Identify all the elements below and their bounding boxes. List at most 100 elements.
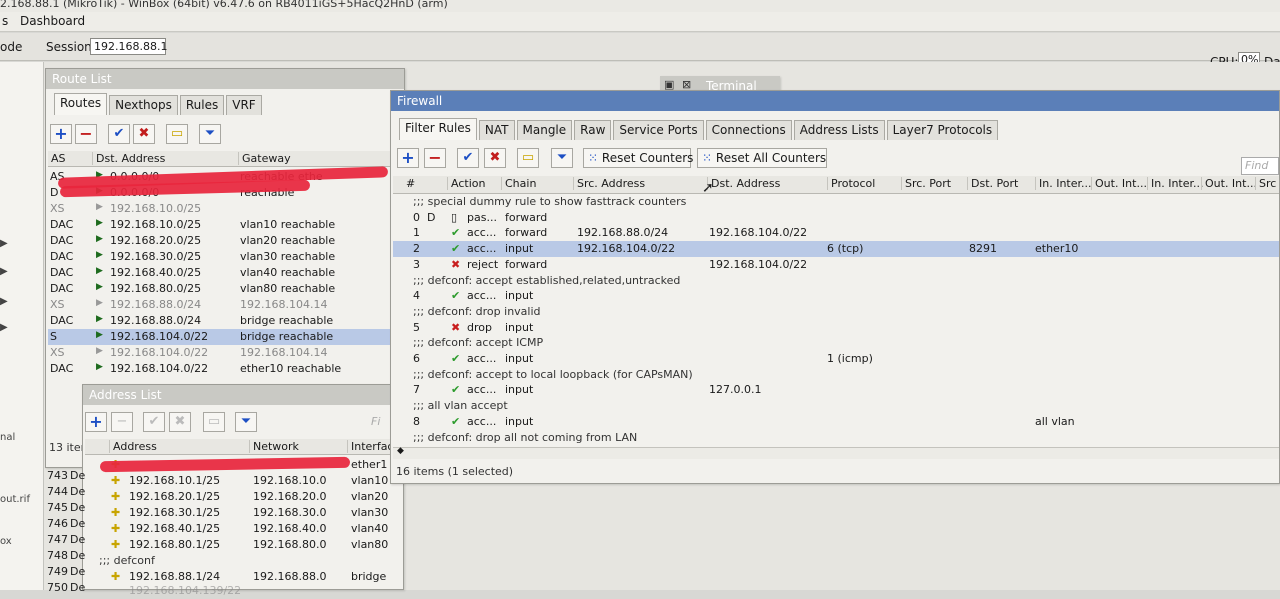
address-row[interactable]: 192.168.104.139/22: [85, 583, 403, 599]
tab-address-lists[interactable]: Address Lists: [793, 120, 885, 140]
col-out-interface-list[interactable]: Out. Int...: [1201, 177, 1257, 190]
firewall-rule-row[interactable]: 5 ✖ drop input: [393, 320, 1279, 336]
col-address[interactable]: Address: [109, 440, 157, 453]
menu-item-dashboard[interactable]: Dashboard: [20, 14, 85, 28]
rule-comment[interactable]: ;;; defconf: accept established,related,…: [393, 273, 1279, 289]
session-field[interactable]: 192.168.88.1: [90, 38, 167, 55]
log-row[interactable]: 750 De: [46, 580, 85, 596]
col-in-interface-list[interactable]: In. Inter...: [1147, 177, 1204, 190]
route-list-title[interactable]: Route List: [46, 69, 404, 89]
log-row[interactable]: 748 De: [46, 548, 85, 564]
filter-rules-button[interactable]: ⏷: [551, 148, 573, 168]
col-src-address[interactable]: Src. Address: [573, 177, 645, 190]
log-row[interactable]: 746 De: [46, 516, 85, 532]
col-interface[interactable]: Interfac: [347, 440, 393, 453]
tab-service-ports[interactable]: Service Ports: [613, 120, 704, 140]
firewall-title[interactable]: Firewall: [391, 91, 1279, 111]
col-flags[interactable]: AS: [48, 152, 66, 165]
menu-item-s[interactable]: s: [2, 14, 8, 28]
col-in-interface[interactable]: In. Inter...: [1035, 177, 1092, 190]
chevron-right-icon[interactable]: ▶: [0, 296, 8, 307]
rule-comment[interactable]: ;;; defconf: drop invalid: [393, 304, 1279, 320]
add-button[interactable]: +: [85, 412, 107, 432]
route-row[interactable]: XS ▶ 192.168.104.0/22 192.168.104.14: [48, 345, 404, 361]
sidebar-label-ox[interactable]: ox: [0, 536, 12, 547]
enable-button[interactable]: ✔: [143, 412, 165, 432]
route-row[interactable]: XS ▶ 192.168.88.0/24 192.168.104.14: [48, 297, 404, 313]
tab-vrf[interactable]: VRF: [226, 95, 262, 115]
sidebar-label-out[interactable]: out.rif: [0, 494, 30, 505]
route-row[interactable]: S ▶ 192.168.104.0/22 bridge reachable: [48, 329, 404, 345]
find-input[interactable]: Fi: [371, 415, 380, 428]
reset-all-counters-button[interactable]: ⁙ Reset All Counters: [697, 148, 827, 168]
find-input[interactable]: Find: [1241, 157, 1279, 175]
chevron-right-icon[interactable]: ▶: [0, 238, 8, 249]
chevron-right-icon[interactable]: ▶: [0, 322, 8, 333]
rule-comment[interactable]: ;;; defconf: accept ICMP: [393, 335, 1279, 351]
tab-routes[interactable]: Routes: [54, 93, 108, 115]
firewall-rule-row[interactable]: 7 ✔ acc... input 127.0.0.1: [393, 382, 1279, 398]
log-row[interactable]: 743 De: [46, 468, 85, 484]
col-src-more[interactable]: Src: [1255, 177, 1276, 190]
route-row[interactable]: DAC ▶ 192.168.40.0/25 vlan40 reachable: [48, 265, 404, 281]
tab-mangle[interactable]: Mangle: [516, 120, 573, 140]
tab-layer7-protocols[interactable]: Layer7 Protocols: [886, 120, 999, 140]
col-network[interactable]: Network: [249, 440, 299, 453]
col-dst-port[interactable]: Dst. Port: [967, 177, 1018, 190]
log-row[interactable]: 749 De: [46, 564, 85, 580]
route-row[interactable]: DAC ▶ 192.168.80.0/25 vlan80 reachable: [48, 281, 404, 297]
enable-rule-button[interactable]: ✔: [457, 148, 479, 168]
comment-rule-button[interactable]: ▭: [517, 148, 539, 168]
col-out-interface[interactable]: Out. Int...: [1091, 177, 1147, 190]
disable-button[interactable]: ✖: [133, 124, 155, 144]
log-row[interactable]: 744 De: [46, 484, 85, 500]
firewall-rule-row[interactable]: 6 ✔ acc... input 1 (icmp): [393, 351, 1279, 367]
comment-button[interactable]: ▭: [203, 412, 225, 432]
mode-label[interactable]: ode: [0, 40, 22, 54]
reset-counters-button[interactable]: ⁙ Reset Counters: [583, 148, 693, 168]
col-gateway[interactable]: Gateway: [238, 152, 291, 165]
tab-nat[interactable]: NAT: [478, 120, 515, 140]
route-row[interactable]: DAC ▶ 192.168.10.0/25 vlan10 reachable: [48, 217, 404, 233]
enable-button[interactable]: ✔: [108, 124, 130, 144]
chevron-right-icon[interactable]: ▶: [0, 266, 8, 277]
col-protocol[interactable]: Protocol: [827, 177, 875, 190]
firewall-rule-row[interactable]: 4 ✔ acc... input: [393, 288, 1279, 304]
rule-comment[interactable]: ;;; defconf: drop all not coming from LA…: [393, 430, 1279, 446]
remove-button[interactable]: −: [75, 124, 97, 144]
rule-comment[interactable]: ;;; all vlan accept: [393, 398, 1279, 414]
add-rule-button[interactable]: +: [397, 148, 419, 168]
col-action[interactable]: Action: [447, 177, 485, 190]
address-row[interactable]: ✚ 192.168.40.1/25 192.168.40.0 vlan40: [85, 521, 403, 537]
filter-button[interactable]: ⏷: [199, 124, 221, 144]
address-row[interactable]: ✚ 192.168.80.1/25 192.168.80.0 vlan80: [85, 537, 403, 553]
route-row[interactable]: DAC ▶ 192.168.104.0/22 ether10 reachable: [48, 361, 404, 377]
address-row[interactable]: ✚ 192.168.20.1/25 192.168.20.0 vlan20: [85, 489, 403, 505]
add-button[interactable]: +: [50, 124, 72, 144]
col-chain[interactable]: Chain: [501, 177, 536, 190]
address-row[interactable]: ✚ 192.168.30.1/25 192.168.30.0 vlan30: [85, 505, 403, 521]
route-row[interactable]: DAC ▶ 192.168.88.0/24 bridge reachable: [48, 313, 404, 329]
col-dst-address[interactable]: Dst. Address: [707, 177, 780, 190]
route-row[interactable]: DAC ▶ 192.168.20.0/25 vlan20 reachable: [48, 233, 404, 249]
route-row[interactable]: DAC ▶ 192.168.30.0/25 vlan30 reachable: [48, 249, 404, 265]
disable-button[interactable]: ✖: [169, 412, 191, 432]
tab-rules[interactable]: Rules: [179, 95, 225, 115]
horizontal-scrollbar[interactable]: ◆: [393, 446, 1279, 459]
log-row[interactable]: 747 De: [46, 532, 85, 548]
comment-button[interactable]: ▭: [166, 124, 188, 144]
firewall-rule-row[interactable]: 2 ✔ acc... input 192.168.104.0/22 6 (tcp) 8291…: [393, 241, 1279, 258]
remove-rule-button[interactable]: −: [424, 148, 446, 168]
firewall-rule-row[interactable]: 8 ✔ acc... input all vlan: [393, 414, 1279, 430]
col-number[interactable]: #: [403, 177, 415, 190]
firewall-rule-row[interactable]: 0 D ▯ pas... forward: [393, 210, 1279, 226]
address-row[interactable]: ✚ 192.168.10.1/25 192.168.10.0 vlan10: [85, 473, 403, 489]
disable-rule-button[interactable]: ✖: [484, 148, 506, 168]
tab-connections[interactable]: Connections: [705, 120, 792, 140]
rule-comment[interactable]: ;;; special dummy rule to show fasttrack…: [393, 194, 1279, 210]
tab-filter-rules[interactable]: Filter Rules: [399, 118, 477, 140]
address-list-title[interactable]: Address List: [83, 385, 403, 405]
sidebar-label-nal[interactable]: nal: [0, 432, 15, 443]
col-dst-address[interactable]: Dst. Address: [92, 152, 165, 165]
remove-button[interactable]: −: [111, 412, 133, 432]
